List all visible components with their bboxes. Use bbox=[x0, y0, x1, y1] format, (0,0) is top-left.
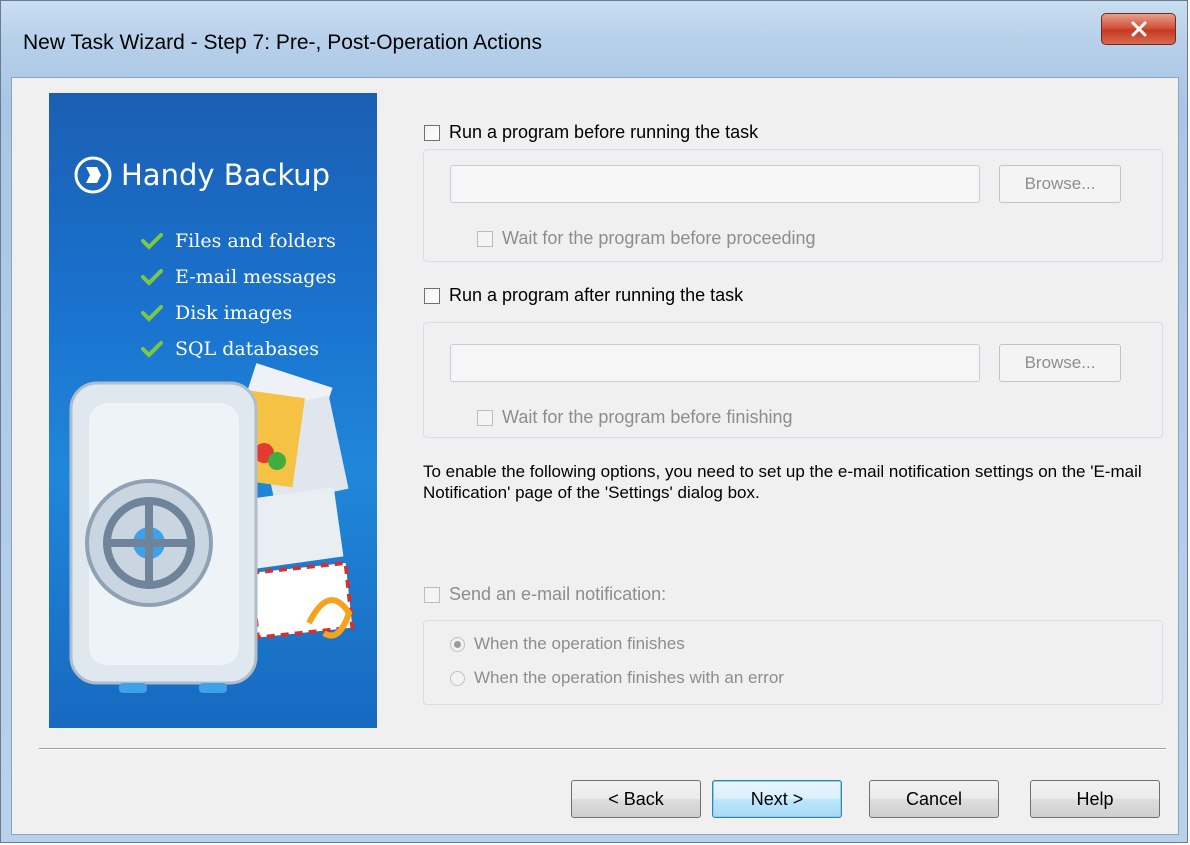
run-after-checkbox[interactable]: Run a program after running the task bbox=[424, 285, 743, 306]
radio-when-error-label: When the operation finishes with an erro… bbox=[474, 668, 784, 687]
brand: Handy Backup bbox=[73, 155, 330, 195]
checkmark-icon bbox=[141, 269, 163, 286]
feature-label: Files and folders bbox=[175, 230, 336, 252]
run-after-browse-button[interactable]: Browse... bbox=[999, 344, 1121, 382]
footer-divider bbox=[39, 748, 1166, 750]
checkmark-icon bbox=[141, 305, 163, 322]
product-banner: Handy Backup Files and folders E-mail me… bbox=[49, 93, 377, 728]
wait-before-checkbox[interactable]: Wait for the program before proceeding bbox=[477, 228, 816, 249]
run-after-checkbox-box[interactable] bbox=[424, 287, 440, 304]
radio-when-finishes-button[interactable] bbox=[450, 636, 465, 652]
run-before-browse-button[interactable]: Browse... bbox=[999, 165, 1121, 203]
checkmark-icon bbox=[141, 233, 163, 250]
feature-list: Files and folders E-mail messages Disk i… bbox=[141, 223, 336, 367]
help-button[interactable]: Help bbox=[1030, 780, 1160, 818]
run-before-group: Browse... Wait for the program before pr… bbox=[423, 149, 1163, 262]
run-before-checkbox-box[interactable] bbox=[424, 124, 440, 141]
email-setup-info: To enable the following options, you nee… bbox=[423, 462, 1142, 502]
title-bar[interactable]: New Task Wizard - Step 7: Pre-, Post-Ope… bbox=[1, 1, 1187, 81]
radio-when-error[interactable]: When the operation finishes with an erro… bbox=[450, 668, 784, 688]
handy-backup-logo-icon bbox=[74, 156, 112, 194]
send-email-label: Send an e-mail notification: bbox=[449, 584, 667, 604]
radio-when-error-button[interactable] bbox=[450, 670, 465, 686]
safe-illustration-icon bbox=[69, 363, 355, 693]
email-options-group: When the operation finishes When the ope… bbox=[423, 620, 1163, 705]
back-button[interactable]: < Back bbox=[571, 780, 701, 818]
radio-when-finishes[interactable]: When the operation finishes bbox=[450, 634, 685, 654]
feature-item: E-mail messages bbox=[141, 259, 336, 295]
wizard-content: Handy Backup Files and folders E-mail me… bbox=[11, 77, 1179, 835]
radio-when-finishes-label: When the operation finishes bbox=[474, 634, 685, 653]
run-before-checkbox[interactable]: Run a program before running the task bbox=[424, 122, 758, 143]
send-email-checkbox[interactable]: Send an e-mail notification: bbox=[424, 584, 666, 605]
send-email-checkbox-box[interactable] bbox=[424, 586, 440, 603]
wait-before-label: Wait for the program before proceeding bbox=[502, 228, 816, 248]
run-before-path-input[interactable] bbox=[450, 165, 980, 203]
wait-after-checkbox[interactable]: Wait for the program before finishing bbox=[477, 407, 792, 428]
radio-selected-dot bbox=[454, 640, 461, 648]
wait-after-label: Wait for the program before finishing bbox=[502, 407, 793, 427]
wait-after-checkbox-box[interactable] bbox=[477, 409, 493, 426]
run-after-group: Browse... Wait for the program before fi… bbox=[423, 322, 1163, 438]
feature-label: Disk images bbox=[175, 302, 293, 324]
feature-label: E-mail messages bbox=[175, 266, 337, 288]
cancel-button[interactable]: Cancel bbox=[869, 780, 999, 818]
run-after-path-input[interactable] bbox=[450, 344, 980, 382]
brand-name: Handy Backup bbox=[121, 158, 331, 192]
run-after-label: Run a program after running the task bbox=[449, 285, 744, 305]
close-icon bbox=[1131, 21, 1146, 37]
next-button[interactable]: Next > bbox=[712, 780, 842, 818]
window-title: New Task Wizard - Step 7: Pre-, Post-Ope… bbox=[23, 31, 542, 54]
close-button[interactable] bbox=[1101, 13, 1176, 45]
feature-item: Files and folders bbox=[141, 223, 336, 259]
wizard-window: New Task Wizard - Step 7: Pre-, Post-Ope… bbox=[0, 0, 1188, 843]
wait-before-checkbox-box[interactable] bbox=[477, 230, 493, 247]
feature-item: Disk images bbox=[141, 295, 336, 331]
run-before-label: Run a program before running the task bbox=[449, 122, 759, 142]
